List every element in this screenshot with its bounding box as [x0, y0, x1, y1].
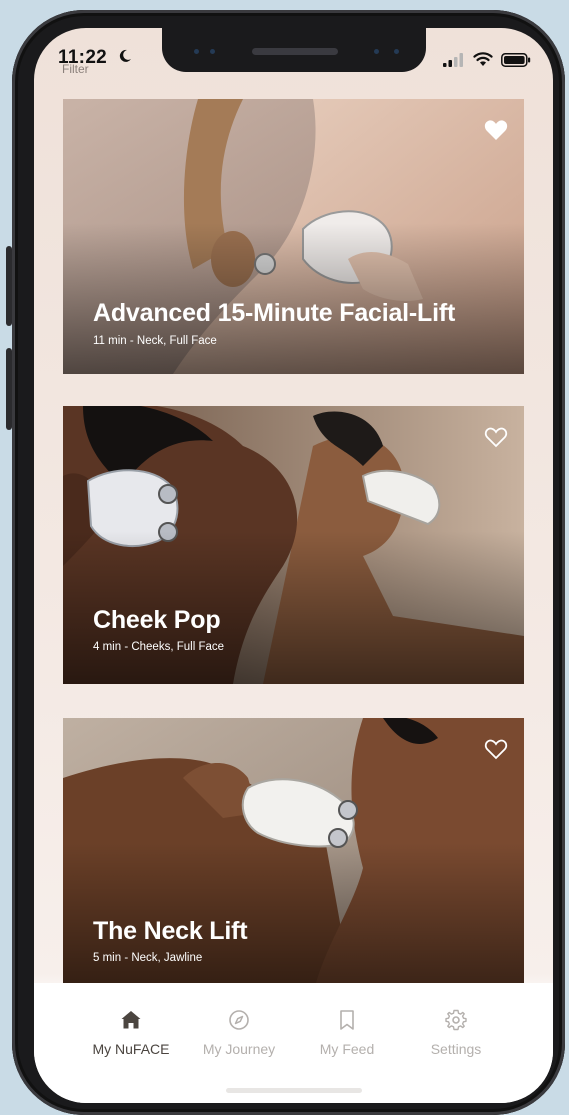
- card-title: Cheek Pop: [93, 606, 221, 634]
- heart-outline-icon[interactable]: [484, 426, 508, 448]
- session-card[interactable]: Cheek Pop 4 min - Cheeks, Full Face: [63, 406, 524, 684]
- tab-my-nuface[interactable]: My NuFACE: [76, 1009, 186, 1059]
- tab-label: My Feed: [319, 1041, 375, 1057]
- status-indicators: [443, 52, 531, 67]
- app-screen: Filter Advanced 15-Minute Facial-Lift 11…: [34, 28, 553, 1103]
- status-time: 11:22: [58, 47, 108, 68]
- sensor-icon: [194, 49, 199, 54]
- heart-outline-icon[interactable]: [484, 738, 508, 760]
- home-icon: [121, 1011, 141, 1029]
- speaker-grille: [252, 48, 338, 55]
- gear-icon: [445, 1009, 467, 1031]
- sensor-icon: [210, 49, 215, 54]
- sensor-icon: [374, 49, 379, 54]
- card-meta: 11 min - Neck, Full Face: [93, 335, 217, 347]
- tab-label: My NuFACE: [92, 1041, 170, 1057]
- tab-label: Settings: [430, 1041, 482, 1057]
- card-title: Advanced 15-Minute Facial-Lift: [93, 299, 456, 327]
- wifi-icon: [473, 52, 493, 66]
- bookmark-icon: [340, 1010, 354, 1030]
- session-card[interactable]: Advanced 15-Minute Facial-Lift 11 min - …: [63, 99, 524, 374]
- home-indicator[interactable]: [226, 1088, 362, 1093]
- front-camera-icon: [394, 49, 399, 54]
- camera-notch: [162, 28, 426, 72]
- phone-side-button-upper: [6, 246, 12, 326]
- card-meta: 5 min - Neck, Jawline: [93, 952, 203, 964]
- tab-my-feed[interactable]: My Feed: [292, 1009, 402, 1059]
- card-meta: 4 min - Cheeks, Full Face: [93, 641, 225, 653]
- moon-icon: [119, 49, 131, 62]
- bottom-tab-bar: My NuFACE My Journey My Feed Settings: [34, 983, 553, 1103]
- cellular-signal-icon: [443, 53, 463, 67]
- tab-my-journey[interactable]: My Journey: [184, 1009, 294, 1059]
- phone-side-button-lower: [6, 348, 12, 430]
- battery-icon: [501, 53, 531, 67]
- card-title: The Neck Lift: [93, 917, 248, 945]
- compass-icon: [229, 1010, 249, 1030]
- session-card[interactable]: The Neck Lift 5 min - Neck, Jawline: [63, 718, 524, 995]
- heart-filled-icon[interactable]: [484, 119, 508, 141]
- tab-label: My Journey: [202, 1041, 276, 1057]
- tab-settings[interactable]: Settings: [401, 1009, 511, 1059]
